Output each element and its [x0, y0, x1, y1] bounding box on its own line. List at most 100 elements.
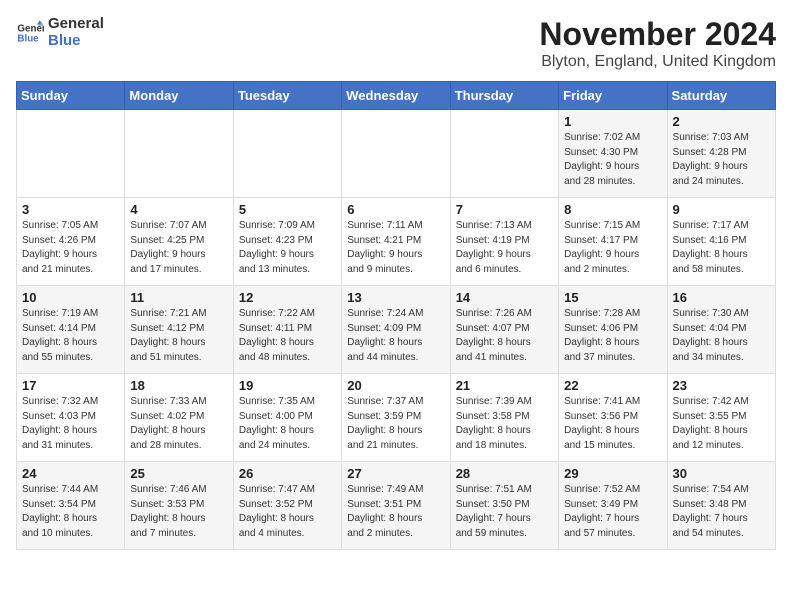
page-header: General Blue General Blue November 2024 …: [16, 16, 776, 71]
calendar-title: November 2024: [539, 16, 776, 53]
calendar-cell: 13 Sunrise: 7:24 AM Sunset: 4:09 PM Dayli…: [342, 286, 450, 374]
day-number: 4: [130, 202, 227, 217]
calendar-cell: 18 Sunrise: 7:33 AM Sunset: 4:02 PM Dayli…: [125, 374, 233, 462]
day-number: 11: [130, 290, 227, 305]
calendar-cell: 14Sunrise: 7:26 AM Sunset: 4:07 PM Dayli…: [450, 286, 558, 374]
calendar-week-row: 3 Sunrise: 7:05 AM Sunset: 4:26 PM Daylig…: [17, 198, 776, 286]
calendar-cell: 10Sunrise: 7:19 AM Sunset: 4:14 PM Dayli…: [17, 286, 125, 374]
day-number: 7: [456, 202, 553, 217]
day-number: 20: [347, 378, 444, 393]
day-info: Sunrise: 7:03 AM Sunset: 4:28 PM Dayligh…: [673, 131, 770, 189]
calendar-cell: 24Sunrise: 7:44 AM Sunset: 3:54 PM Dayli…: [17, 462, 125, 550]
day-info: Sunrise: 7:28 AM Sunset: 4:06 PM Dayligh…: [564, 307, 661, 365]
calendar-cell: 4 Sunrise: 7:07 AM Sunset: 4:25 PM Daylig…: [125, 198, 233, 286]
day-info: Sunrise: 7:21 AM Sunset: 4:12 PM Dayligh…: [130, 307, 227, 365]
day-info: Sunrise: 7:15 AM Sunset: 4:17 PM Dayligh…: [564, 219, 661, 277]
day-number: 30: [673, 466, 770, 481]
day-info: Sunrise: 7:26 AM Sunset: 4:07 PM Dayligh…: [456, 307, 553, 365]
calendar-cell: [450, 110, 558, 198]
day-number: 10: [22, 290, 119, 305]
day-number: 26: [239, 466, 336, 481]
calendar-cell: [342, 110, 450, 198]
calendar-week-row: 1Sunrise: 7:02 AM Sunset: 4:30 PM Daylig…: [17, 110, 776, 198]
calendar-week-row: 17 Sunrise: 7:32 AM Sunset: 4:03 PM Dayli…: [17, 374, 776, 462]
day-number: 17: [22, 378, 119, 393]
day-number: 9: [673, 202, 770, 217]
day-number: 15: [564, 290, 661, 305]
day-number: 22: [564, 378, 661, 393]
day-number: 13: [347, 290, 444, 305]
calendar-header-row: Sunday Monday Tuesday Wednesday Thursday…: [17, 82, 776, 110]
calendar-title-area: November 2024 Blyton, England, United Ki…: [539, 16, 776, 71]
calendar-cell: [125, 110, 233, 198]
header-thursday: Thursday: [450, 82, 558, 110]
calendar-cell: 8 Sunrise: 7:15 AM Sunset: 4:17 PM Daylig…: [559, 198, 667, 286]
svg-text:Blue: Blue: [17, 33, 39, 44]
day-info: Sunrise: 7:13 AM Sunset: 4:19 PM Dayligh…: [456, 219, 553, 277]
header-friday: Friday: [559, 82, 667, 110]
day-info: Sunrise: 7:05 AM Sunset: 4:26 PM Dayligh…: [22, 219, 119, 277]
day-number: 1: [564, 114, 661, 129]
day-info: Sunrise: 7:54 AM Sunset: 3:48 PM Dayligh…: [673, 483, 770, 541]
calendar-cell: 29 Sunrise: 7:52 AM Sunset: 3:49 PM Dayli…: [559, 462, 667, 550]
day-number: 12: [239, 290, 336, 305]
day-info: Sunrise: 7:22 AM Sunset: 4:11 PM Dayligh…: [239, 307, 336, 365]
calendar-cell: [17, 110, 125, 198]
day-number: 16: [673, 290, 770, 305]
day-number: 19: [239, 378, 336, 393]
logo-icon: General Blue: [16, 19, 44, 47]
day-info: Sunrise: 7:39 AM Sunset: 3:58 PM Dayligh…: [456, 395, 553, 453]
calendar-cell: 11 Sunrise: 7:21 AM Sunset: 4:12 PM Dayli…: [125, 286, 233, 374]
calendar-cell: 15 Sunrise: 7:28 AM Sunset: 4:06 PM Dayli…: [559, 286, 667, 374]
calendar-table: Sunday Monday Tuesday Wednesday Thursday…: [16, 81, 776, 550]
day-info: Sunrise: 7:42 AM Sunset: 3:55 PM Dayligh…: [673, 395, 770, 453]
day-info: Sunrise: 7:49 AM Sunset: 3:51 PM Dayligh…: [347, 483, 444, 541]
day-number: 18: [130, 378, 227, 393]
header-monday: Monday: [125, 82, 233, 110]
calendar-cell: 23 Sunrise: 7:42 AM Sunset: 3:55 PM Dayli…: [667, 374, 775, 462]
day-number: 8: [564, 202, 661, 217]
calendar-cell: 22Sunrise: 7:41 AM Sunset: 3:56 PM Dayli…: [559, 374, 667, 462]
day-number: 3: [22, 202, 119, 217]
day-info: Sunrise: 7:07 AM Sunset: 4:25 PM Dayligh…: [130, 219, 227, 277]
calendar-cell: 7 Sunrise: 7:13 AM Sunset: 4:19 PM Daylig…: [450, 198, 558, 286]
day-number: 23: [673, 378, 770, 393]
calendar-cell: 5 Sunrise: 7:09 AM Sunset: 4:23 PM Daylig…: [233, 198, 341, 286]
day-info: Sunrise: 7:09 AM Sunset: 4:23 PM Dayligh…: [239, 219, 336, 277]
logo: General Blue General Blue: [16, 16, 104, 49]
day-number: 6: [347, 202, 444, 217]
calendar-cell: 9Sunrise: 7:17 AM Sunset: 4:16 PM Daylig…: [667, 198, 775, 286]
day-info: Sunrise: 7:24 AM Sunset: 4:09 PM Dayligh…: [347, 307, 444, 365]
header-wednesday: Wednesday: [342, 82, 450, 110]
calendar-cell: 17 Sunrise: 7:32 AM Sunset: 4:03 PM Dayli…: [17, 374, 125, 462]
day-info: Sunrise: 7:33 AM Sunset: 4:02 PM Dayligh…: [130, 395, 227, 453]
day-number: 2: [673, 114, 770, 129]
day-number: 5: [239, 202, 336, 217]
calendar-cell: [233, 110, 341, 198]
calendar-cell: 19 Sunrise: 7:35 AM Sunset: 4:00 PM Dayli…: [233, 374, 341, 462]
day-info: Sunrise: 7:37 AM Sunset: 3:59 PM Dayligh…: [347, 395, 444, 453]
day-number: 21: [456, 378, 553, 393]
day-info: Sunrise: 7:44 AM Sunset: 3:54 PM Dayligh…: [22, 483, 119, 541]
day-info: Sunrise: 7:32 AM Sunset: 4:03 PM Dayligh…: [22, 395, 119, 453]
logo-line1: General: [48, 16, 104, 33]
calendar-cell: 3 Sunrise: 7:05 AM Sunset: 4:26 PM Daylig…: [17, 198, 125, 286]
day-info: Sunrise: 7:51 AM Sunset: 3:50 PM Dayligh…: [456, 483, 553, 541]
logo-line2: Blue: [48, 33, 104, 50]
calendar-cell: 30 Sunrise: 7:54 AM Sunset: 3:48 PM Dayli…: [667, 462, 775, 550]
day-info: Sunrise: 7:30 AM Sunset: 4:04 PM Dayligh…: [673, 307, 770, 365]
day-info: Sunrise: 7:35 AM Sunset: 4:00 PM Dayligh…: [239, 395, 336, 453]
calendar-cell: 25Sunrise: 7:46 AM Sunset: 3:53 PM Dayli…: [125, 462, 233, 550]
calendar-subtitle: Blyton, England, United Kingdom: [539, 53, 776, 71]
header-sunday: Sunday: [17, 82, 125, 110]
calendar-cell: 6Sunrise: 7:11 AM Sunset: 4:21 PM Daylig…: [342, 198, 450, 286]
day-number: 29: [564, 466, 661, 481]
header-saturday: Saturday: [667, 82, 775, 110]
calendar-cell: 1Sunrise: 7:02 AM Sunset: 4:30 PM Daylig…: [559, 110, 667, 198]
calendar-cell: 16 Sunrise: 7:30 AM Sunset: 4:04 PM Dayli…: [667, 286, 775, 374]
calendar-cell: 12 Sunrise: 7:22 AM Sunset: 4:11 PM Dayli…: [233, 286, 341, 374]
day-number: 28: [456, 466, 553, 481]
calendar-cell: 20 Sunrise: 7:37 AM Sunset: 3:59 PM Dayli…: [342, 374, 450, 462]
day-info: Sunrise: 7:52 AM Sunset: 3:49 PM Dayligh…: [564, 483, 661, 541]
header-tuesday: Tuesday: [233, 82, 341, 110]
